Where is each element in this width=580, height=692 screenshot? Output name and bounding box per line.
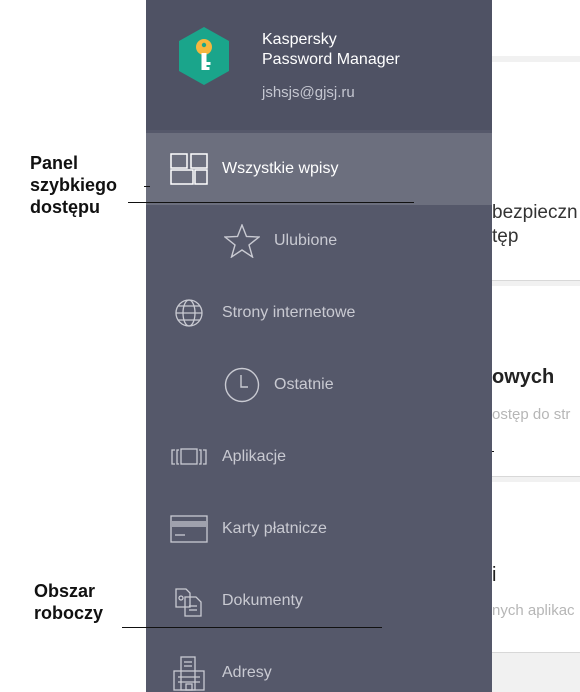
nav-label: Ulubione	[274, 232, 338, 249]
nav-item-favorites[interactable]: Ulubione	[146, 205, 492, 277]
nav-item-recent[interactable]: Ostatnie	[146, 349, 492, 421]
background-card-subtitle: ostęp do str	[492, 406, 571, 423]
annotation-line: szybkiego	[30, 175, 118, 195]
annotation-pointer-line	[128, 202, 414, 203]
background-card[interactable]: i nych aplikac	[492, 482, 580, 653]
nav-label: Karty płatnicze	[222, 520, 327, 537]
user-email: jshsjs@gjsj.ru	[262, 84, 355, 101]
annotation-workspace: Obszar roboczy	[34, 580, 103, 624]
annotation-line: Obszar	[34, 581, 96, 601]
nav-item-payment-cards[interactable]: Karty płatnicze	[146, 493, 492, 565]
background-card-title: owych	[492, 366, 555, 388]
background-card-subtitle: nych aplikac	[492, 602, 575, 619]
annotation-line: Panel	[30, 153, 79, 173]
grid-icon	[170, 153, 208, 185]
annotation-quick-access-panel: Panel szybkiego dostępu	[30, 152, 117, 218]
annotation-pointer-line	[144, 186, 150, 187]
background-card-title: i	[492, 564, 497, 586]
navigation-drawer: Kaspersky Password Manager jshsjs@gjsj.r…	[146, 0, 492, 692]
globe-icon	[175, 299, 203, 327]
building-icon	[173, 656, 205, 691]
nav-label: Wszystkie wpisy	[222, 160, 339, 177]
clock-icon	[224, 367, 260, 403]
nav-label: Strony internetowe	[222, 304, 356, 321]
background-toolbar	[492, 0, 580, 56]
background-app: bezpieczn tęp owych ostęp do str i nych …	[492, 0, 580, 692]
app-name: Kaspersky Password Manager	[262, 30, 400, 70]
app-window-icon	[171, 448, 207, 465]
nav-label: Dokumenty	[222, 592, 303, 609]
app-name-line1: Kaspersky	[262, 31, 337, 48]
star-icon	[224, 224, 260, 258]
background-card-text: bezpieczn	[492, 202, 578, 223]
nav-label: Aplikacje	[222, 448, 287, 465]
background-card[interactable]: bezpieczn tęp	[492, 62, 580, 281]
kaspersky-key-logo-icon	[179, 27, 229, 85]
documents-icon	[175, 588, 202, 617]
nav-item-all-entries[interactable]: Wszystkie wpisy	[146, 133, 492, 205]
annotation-line: roboczy	[34, 603, 104, 623]
background-card[interactable]: owych ostęp do str	[492, 286, 580, 477]
nav-item-websites[interactable]: Strony internetowe	[146, 277, 492, 349]
nav-item-applications[interactable]: Aplikacje	[146, 421, 492, 493]
nav-label: Adresy	[222, 664, 272, 681]
credit-card-icon	[170, 515, 208, 543]
nav-item-addresses[interactable]: Adresy	[146, 637, 492, 692]
app-name-line2: Password Manager	[262, 51, 400, 68]
background-card-text: tęp	[492, 226, 519, 247]
annotation-pointer-line	[492, 451, 494, 452]
annotation-line: dostępu	[30, 197, 100, 217]
drawer-header: Kaspersky Password Manager jshsjs@gjsj.r…	[146, 0, 492, 130]
annotation-pointer-line	[122, 627, 382, 628]
nav-label: Ostatnie	[274, 376, 334, 393]
